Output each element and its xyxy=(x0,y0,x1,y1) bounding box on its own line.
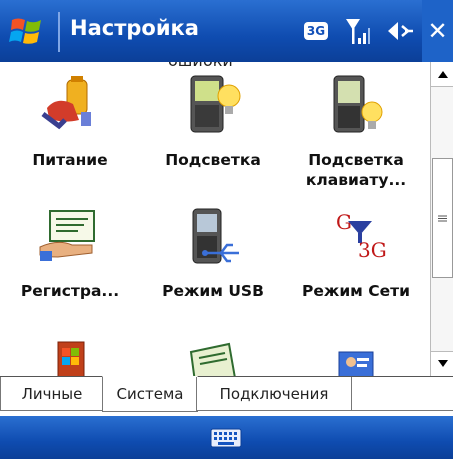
scroll-up-button[interactable] xyxy=(431,62,453,87)
settings-item-document[interactable] xyxy=(143,332,283,376)
tab-personal[interactable]: Личные xyxy=(0,377,104,411)
windows-app-icon xyxy=(57,341,85,376)
settings-item-label: Питание xyxy=(32,151,108,169)
settings-item-usb-mode[interactable]: Режим USB xyxy=(143,197,283,327)
grip-icon xyxy=(438,215,447,221)
close-button[interactable]: ✕ xyxy=(422,0,453,62)
settings-item-keyboard-backlight[interactable]: Подсветка клавиату... xyxy=(286,62,426,192)
tab-connections[interactable]: Подключения xyxy=(196,377,352,411)
battery-power-icon xyxy=(41,76,91,130)
settings-item-backlight[interactable]: Подсветка xyxy=(143,62,283,192)
signal-strength-icon[interactable] xyxy=(340,0,374,62)
settings-item-power[interactable]: Питание xyxy=(0,62,140,192)
windows-start-icon[interactable] xyxy=(8,14,48,50)
title-separator xyxy=(58,12,60,52)
vertical-scrollbar[interactable] xyxy=(430,62,453,376)
title-bar: Настройка 3G ✕ xyxy=(0,0,453,62)
document-settings-icon xyxy=(189,342,236,376)
tab-system[interactable]: Система xyxy=(102,376,198,412)
network-3g-indicator[interactable]: 3G xyxy=(300,0,332,62)
scroll-thumb[interactable] xyxy=(432,158,453,278)
scroll-down-button[interactable] xyxy=(431,351,453,376)
usb-mode-icon xyxy=(192,208,239,264)
network-badge: 3G xyxy=(303,22,329,40)
settings-item-label: Подсветка клавиату... xyxy=(305,151,407,189)
close-icon: ✕ xyxy=(427,17,448,45)
customer-feedback-icon xyxy=(338,351,374,376)
settings-item-registration[interactable]: Регистра... xyxy=(0,197,140,327)
settings-item-label: Подсветка xyxy=(165,151,261,169)
settings-item-windows-app[interactable] xyxy=(0,332,140,376)
settings-item-label: Режим USB xyxy=(162,282,264,300)
settings-item-label: Режим Сети xyxy=(302,282,410,300)
settings-item-network-mode[interactable]: G 3G Режим Сети xyxy=(286,197,426,327)
window-title: Настройка xyxy=(70,16,199,40)
network-mode-3g-label: 3G xyxy=(358,238,387,262)
scroll-up-arrow-icon xyxy=(437,71,448,78)
network-mode-icon: G 3G xyxy=(336,210,387,262)
settings-item-feedback[interactable] xyxy=(286,332,426,376)
tab-bar-filler xyxy=(350,377,453,411)
settings-item-label: Регистра... xyxy=(20,282,120,300)
settings-icon-grid: ошибки Питание Подсветка xyxy=(0,62,430,376)
backlight-phone-icon xyxy=(190,75,241,133)
keyboard-backlight-icon xyxy=(333,75,383,133)
bottom-menu-bar xyxy=(0,416,453,459)
scroll-down-arrow-icon xyxy=(437,360,448,367)
registration-certificate-icon xyxy=(39,210,95,261)
volume-icon[interactable] xyxy=(384,0,416,62)
tab-bar: Личные Система Подключения xyxy=(0,376,453,417)
keyboard-icon[interactable] xyxy=(210,428,242,448)
